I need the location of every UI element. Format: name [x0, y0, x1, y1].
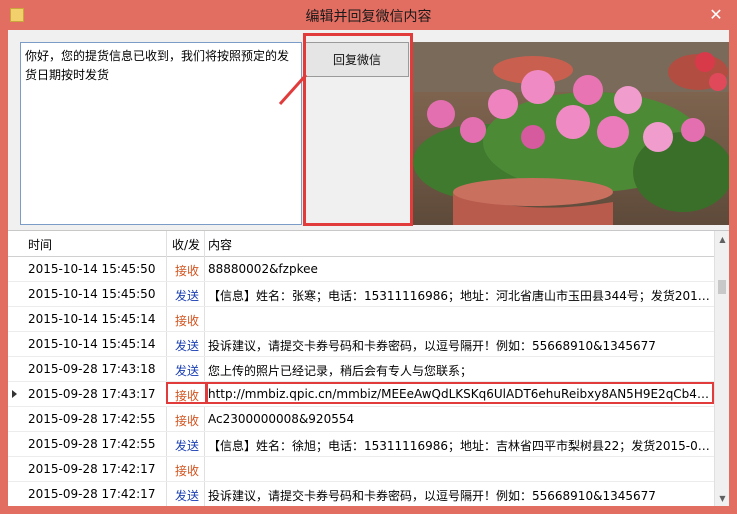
client-area: 你好，您的提货信息已收到，我们将按照预定的发货日期按时发货 回复微信 时间 收/… [8, 30, 729, 506]
cell-time[interactable]: 2015-09-28 17:42:17 [28, 487, 164, 501]
scroll-up-icon[interactable]: ▲ [715, 231, 729, 248]
cell-direction[interactable]: 接收 [172, 462, 202, 479]
cell-time[interactable]: 2015-10-14 15:45:14 [28, 312, 164, 326]
cell-time[interactable]: 2015-09-28 17:42:55 [28, 437, 164, 451]
cell-time[interactable]: 2015-09-28 17:43:18 [28, 362, 164, 376]
cell-direction[interactable]: 发送 [172, 362, 202, 379]
cell-time[interactable]: 2015-09-28 17:43:17 [28, 387, 164, 401]
reply-wechat-button[interactable]: 回复微信 [305, 42, 409, 77]
cell-direction[interactable]: 发送 [172, 287, 202, 304]
header-direction[interactable]: 收/发 [172, 236, 200, 253]
table-row[interactable]: 2015-10-14 15:45:50 接收 88880002&fzpkee [8, 257, 714, 282]
table-row[interactable]: 2015-10-14 15:45:14 发送 投诉建议，请提交卡券号码和卡券密码，以… [8, 332, 714, 357]
cell-time[interactable]: 2015-09-28 17:42:55 [28, 412, 164, 426]
window-title: 编辑并回复微信内容 [305, 9, 432, 25]
cell-direction[interactable]: 发送 [172, 487, 202, 504]
header-time[interactable]: 时间 [28, 236, 52, 253]
table-row[interactable]: 2015-09-28 17:43:17 接收 http://mmbiz.qpic.c… [8, 382, 714, 407]
cell-time[interactable]: 2015-10-14 15:45:14 [28, 337, 164, 351]
close-button[interactable]: ✕ [707, 6, 725, 24]
cell-direction[interactable]: 接收 [172, 262, 202, 279]
cell-content[interactable]: 【信息】姓名：张寒；电话：15311116986；地址：河北省唐山市玉田县344… [208, 287, 711, 304]
table-row[interactable]: 2015-10-14 15:45:50 发送 【信息】姓名：张寒；电话：153111… [8, 282, 714, 307]
cell-content[interactable]: 88880002&fzpkee [208, 262, 711, 276]
table-row[interactable]: 2015-09-28 17:42:17 发送 投诉建议，请提交卡券号码和卡券密码，以… [8, 482, 714, 506]
scroll-down-icon[interactable]: ▼ [715, 490, 729, 506]
table-row[interactable]: 2015-09-28 17:42:55 发送 【信息】姓名：徐旭；电话：153111… [8, 432, 714, 457]
cell-direction[interactable]: 接收 [172, 412, 202, 429]
cell-content[interactable]: http://mmbiz.qpic.cn/mmbiz/MEEeAwQdLKSKq… [208, 387, 711, 401]
cell-content[interactable]: 投诉建议，请提交卡券号码和卡券密码，以逗号隔开！例如：55668910&1345… [208, 487, 711, 504]
cell-time[interactable]: 2015-09-28 17:42:17 [28, 462, 164, 476]
reply-text-input[interactable]: 你好，您的提货信息已收到，我们将按照预定的发货日期按时发货 [20, 42, 302, 225]
cell-time[interactable]: 2015-10-14 15:45:50 [28, 287, 164, 301]
vertical-scrollbar[interactable]: ▲ ▼ [714, 231, 729, 506]
scroll-thumb[interactable] [718, 280, 726, 294]
table-row[interactable]: 2015-09-28 17:42:55 接收 Ac2300000008&920554 [8, 407, 714, 432]
message-grid[interactable]: 时间 收/发 内容 2015-10-14 15:45:50 接收 88880002&… [8, 230, 729, 506]
cell-direction[interactable]: 发送 [172, 437, 202, 454]
cell-content[interactable]: 投诉建议，请提交卡券号码和卡券密码，以逗号隔开！例如：55668910&1345… [208, 337, 711, 354]
cell-direction[interactable]: 发送 [172, 337, 202, 354]
table-row[interactable]: 2015-09-28 17:43:18 发送 您上传的照片已经记录，稍后会有专人与您… [8, 357, 714, 382]
current-row-marker-icon [12, 390, 17, 398]
cell-content[interactable]: 【信息】姓名：徐旭；电话：15311116986；地址：吉林省四平市梨树县22；… [208, 437, 711, 454]
grid-header: 时间 收/发 内容 [8, 231, 729, 257]
title-bar[interactable]: 编辑并回复微信内容 ✕ [0, 0, 737, 30]
table-row[interactable]: 2015-09-28 17:42:17 接收 [8, 457, 714, 482]
message-photo [413, 42, 729, 225]
app-window: 编辑并回复微信内容 ✕ 你好，您的提货信息已收到，我们将按照预定的发货日期按时发… [0, 0, 737, 514]
cell-content[interactable]: Ac2300000008&920554 [208, 412, 711, 426]
table-row[interactable]: 2015-10-14 15:45:14 接收 [8, 307, 714, 332]
cell-direction[interactable]: 接收 [172, 387, 202, 404]
cell-content[interactable]: 您上传的照片已经记录，稍后会有专人与您联系； [208, 362, 711, 379]
cell-time[interactable]: 2015-10-14 15:45:50 [28, 262, 164, 276]
cell-direction[interactable]: 接收 [172, 312, 202, 329]
header-content[interactable]: 内容 [208, 236, 232, 253]
